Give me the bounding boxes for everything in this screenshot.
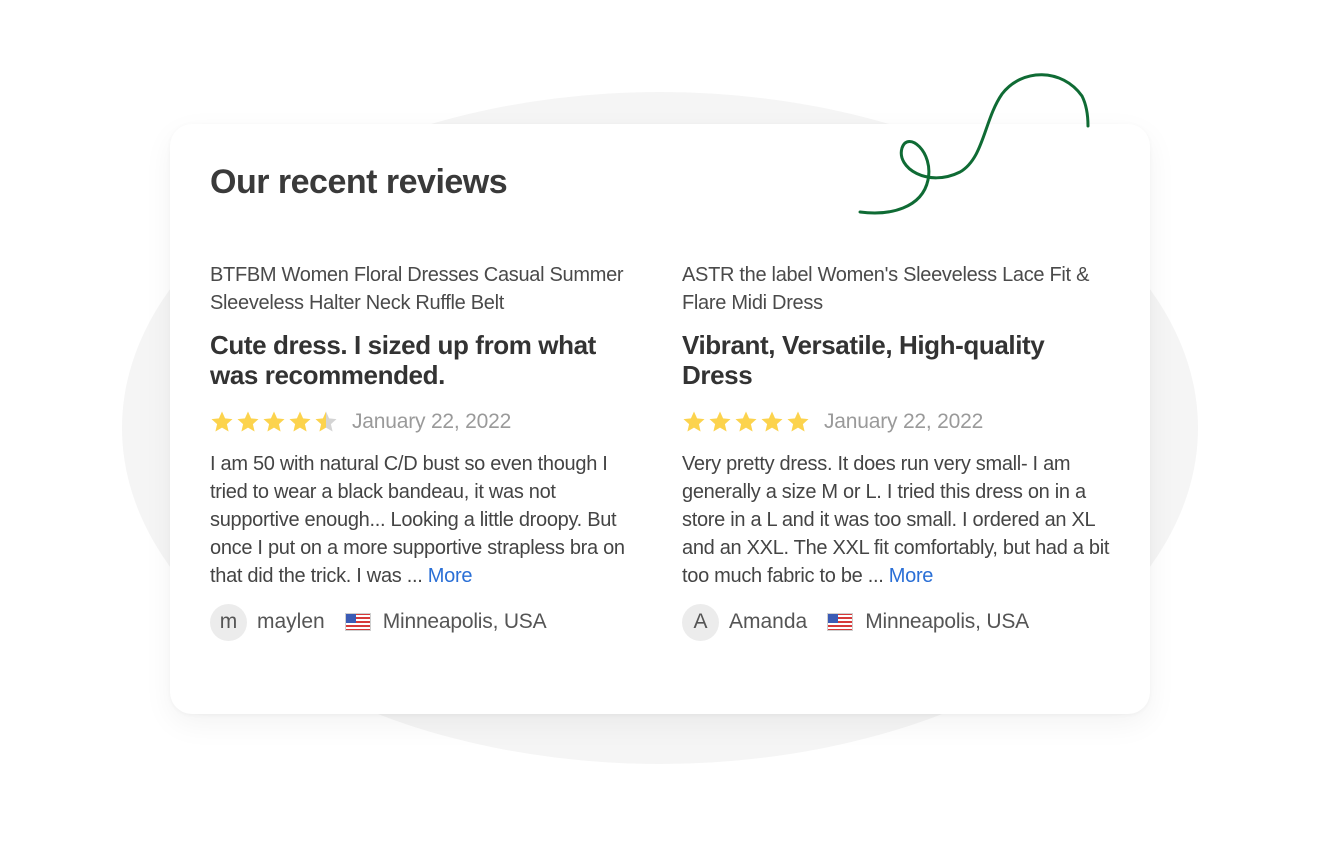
reviewer-location: Minneapolis, USA	[382, 610, 547, 633]
page-title: Our recent reviews	[210, 163, 508, 201]
review-body: I am 50 with natural C/D bust so even th…	[210, 450, 640, 590]
star-rating	[682, 410, 810, 434]
more-link[interactable]: More	[889, 565, 934, 587]
star-full-icon	[683, 411, 705, 432]
star-full-icon	[761, 411, 783, 432]
product-name: BTFBM Women Floral Dresses Casual Summer…	[210, 264, 624, 314]
reviewer-info: A Amanda Minneapolis, USA	[682, 603, 1112, 641]
more-link[interactable]: More	[428, 565, 473, 587]
review-headline: Vibrant, Versatile, High-quality Dress	[682, 330, 1045, 390]
reviews-stage: Our recent reviews BTFBM Women Floral Dr…	[0, 0, 1320, 860]
reviewer-info: m maylen Minneapolis, USA	[210, 603, 640, 641]
review-card: BTFBM Women Floral Dresses Casual Summer…	[210, 261, 640, 641]
us-flag-icon	[344, 613, 371, 631]
star-rating	[210, 410, 338, 434]
star-full-icon	[263, 411, 285, 432]
reviewer-name: maylen	[257, 610, 325, 633]
star-half-icon	[315, 411, 337, 432]
reviewer-location: Minneapolis, USA	[865, 610, 1029, 633]
review-headline: Cute dress. I sized up from what was rec…	[210, 330, 596, 390]
review-card: ASTR the label Women's Sleeveless Lace F…	[682, 261, 1112, 641]
decorative-squiggle-icon	[858, 73, 1090, 215]
review-date: January 22, 2022	[352, 410, 512, 433]
star-full-icon	[735, 411, 757, 432]
rating-row: January 22, 2022	[682, 408, 1112, 436]
rating-row: January 22, 2022	[210, 408, 640, 436]
review-text: I am 50 with natural C/D bust so even th…	[210, 453, 625, 587]
product-name: ASTR the label Women's Sleeveless Lace F…	[682, 264, 1090, 314]
star-full-icon	[709, 411, 731, 432]
star-full-icon	[289, 411, 311, 432]
star-full-icon	[237, 411, 259, 432]
reviewer-name: Amanda	[729, 610, 808, 633]
review-date: January 22, 2022	[824, 410, 984, 433]
avatar: m	[210, 603, 247, 641]
us-flag-icon	[827, 613, 854, 631]
avatar: A	[682, 603, 719, 641]
star-full-icon	[211, 411, 233, 432]
review-body: Very pretty dress. It does run very smal…	[682, 450, 1112, 590]
star-full-icon	[787, 411, 809, 432]
